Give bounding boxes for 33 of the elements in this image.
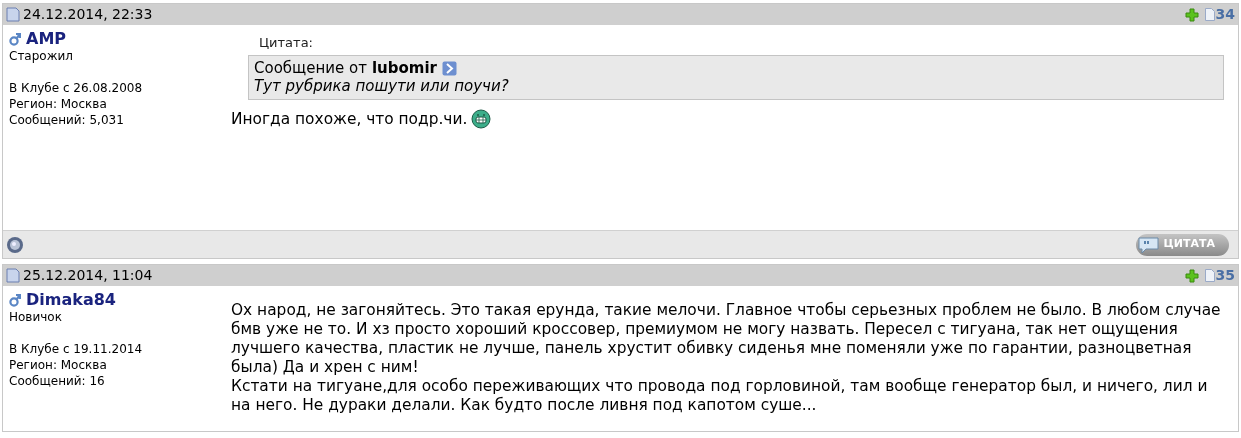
user-rank: Новичок [9, 309, 63, 325]
speech-bubble-icon [1137, 235, 1160, 254]
message-count: Сообщений: 5,031 [9, 112, 125, 128]
post-date: 24.12.2014, 22:33 [23, 5, 153, 24]
join-date: В Клубе с 26.08.2008 [9, 80, 144, 96]
join-date: В Клубе с 19.11.2014 [9, 341, 144, 357]
username-link[interactable]: Dimaka84 [26, 291, 116, 309]
post-icon [6, 268, 20, 283]
post-icon [6, 7, 20, 22]
view-post-icon[interactable] [441, 60, 457, 76]
message-text: Иногда похоже, что подр.чи. [230, 109, 468, 129]
user-rank: Старожил [9, 48, 74, 64]
message-count: Сообщений: 16 [9, 373, 106, 389]
male-icon [9, 32, 21, 46]
quote-button[interactable]: ЦИТАТА [1135, 233, 1229, 256]
quote-text: Тут рубрика пошути или поучи? [254, 77, 510, 96]
user-region: Регион: Москва [9, 96, 108, 112]
status-icon [6, 235, 24, 254]
post-number-link[interactable]: 35 [1204, 265, 1235, 286]
username-link[interactable]: AMP [26, 30, 67, 48]
post-date: 25.12.2014, 11:04 [23, 266, 153, 285]
message-text: Ох народ, не загоняйтесь. Это такая ерунда, такие мелочи. Главное чтобы серьезных проблем не было. В любом случае бмв уже не то. И хз просто хороший кроссовер, премиумом не могу назвать. Пересел с тигуана, так нет ощущения лучшего качества, пластик не лучше, панель хрустит обивку сиденья мне поменяли уже по гарантии, разноцветная была) Да и хрен с ним! [230, 301, 1222, 377]
user-region: Регион: Москва [9, 357, 108, 373]
post-number-link[interactable]: 34 [1204, 4, 1235, 25]
page-icon [1204, 269, 1215, 282]
add-icon [1184, 7, 1199, 22]
quote-author: lubomir [371, 59, 437, 77]
message-text: Кстати на тигуане,для особо переживающих что провода под горловиной, там вообще генератор был, и ничего, лил и на него. Не дураки делали. Как будто после ливня под капотом суше... [230, 377, 1209, 415]
quote-source: Сообщение от [254, 59, 367, 77]
male-icon [9, 293, 21, 307]
page-icon [1204, 8, 1215, 21]
add-icon [1184, 268, 1199, 283]
quote-label: Цитата: [258, 35, 314, 51]
